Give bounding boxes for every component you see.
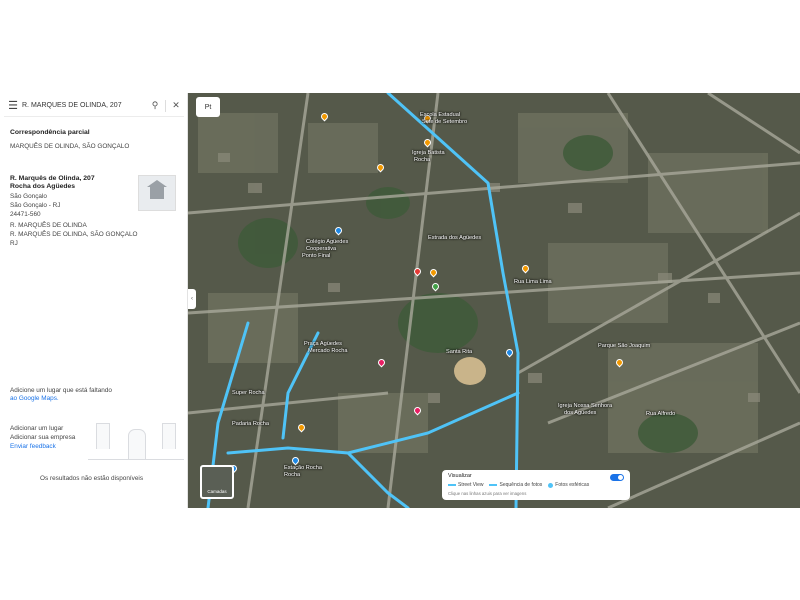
house-icon [147, 180, 167, 199]
results-footer: Os resultados não estão disponíveis [40, 475, 144, 482]
satellite-map[interactable]: Escola Estadual Sete de Setembro Igreja Ba… [188, 93, 800, 508]
map-place-label[interactable]: Rocha [414, 157, 430, 164]
illustration-ground [88, 459, 184, 460]
search-box: ☰ ⚲ ✕ [4, 95, 184, 117]
map-place-label[interactable]: Escola Estadual [420, 112, 460, 119]
result-line: 24471-560 [10, 211, 41, 218]
missing-place-note: Adicione um lugar que está faltando [10, 387, 112, 394]
map-place-label[interactable]: Sete de Setembro [422, 119, 467, 126]
line-swatch [489, 484, 498, 486]
partial-match-subtitle[interactable]: MARQUÊS DE OLINDA, SÃO GONÇALO [10, 143, 129, 151]
search-separator [165, 99, 166, 112]
search-sidebar: ☰ ⚲ ✕ Correspondência parcial MARQUÊS DE… [0, 93, 188, 508]
maps-app: ☰ ⚲ ✕ Correspondência parcial MARQUÊS DE… [0, 93, 800, 508]
result-line: São Gonçalo [10, 193, 47, 200]
collapse-panel-button[interactable]: ‹ [188, 289, 196, 309]
result-line[interactable]: Rocha dos Agüedes [10, 183, 75, 191]
street-view-legend: Visualizar Street View Sequência de foto… [442, 470, 630, 500]
map-place-label[interactable]: Rocha [284, 472, 300, 479]
feedback-link[interactable]: Enviar feedback [10, 443, 56, 451]
result-thumbnail[interactable] [138, 175, 176, 211]
map-place-label[interactable]: Santa Rita [446, 349, 472, 356]
map-place-label[interactable]: Ponto Final [302, 253, 330, 260]
line-swatch [448, 484, 456, 486]
map-place-label[interactable]: Mercado Rocha [308, 348, 348, 355]
language-button[interactable]: Pt [196, 97, 220, 117]
add-place-link[interactable]: Adicionar um lugar [10, 425, 63, 433]
map-place-label[interactable]: Praça Agüedes [304, 341, 342, 348]
legend-row: Street View Sequência de fotos Fotos esf… [448, 482, 624, 488]
result-line: R. MARQUÊS DE OLINDA, SÃO GONÇALO [10, 231, 138, 238]
legend-photo-sequence: Sequência de fotos [489, 482, 542, 488]
map-place-label[interactable]: Rua Lima Lima [514, 279, 552, 286]
map-place-label[interactable]: Estrada dos Agüedes [428, 235, 481, 242]
legend-spherical-photos: Fotos esféricas [548, 482, 589, 488]
map-place-label[interactable]: Igreja Nossa Senhora [558, 403, 612, 410]
close-icon[interactable]: ✕ [168, 97, 184, 115]
search-icon[interactable]: ⚲ [147, 97, 163, 115]
map-place-label[interactable]: Igreja Batista [412, 150, 445, 157]
search-input[interactable] [22, 102, 147, 109]
result-line: São Gonçalo - RJ [10, 202, 61, 209]
menu-icon[interactable]: ☰ [4, 97, 22, 115]
result-line: RJ [10, 240, 18, 247]
building-illustration [96, 423, 110, 449]
result-line: R. MARQUÊS DE OLINDA [10, 222, 87, 229]
result-line[interactable]: R. Marquês de Olinda, 207 [10, 175, 95, 183]
map-canvas[interactable] [188, 93, 800, 508]
map-place-label[interactable]: Rua Alfredo [646, 411, 675, 418]
map-place-label[interactable]: Super Rocha [232, 390, 265, 397]
map-place-label[interactable]: Estação Rocha [284, 465, 322, 472]
legend-footer: Clique nas linhas azuis para ver imagens [448, 491, 527, 496]
add-business-link[interactable]: Adicionar sua empresa [10, 434, 75, 442]
map-place-label[interactable]: Colégio Agüedes [306, 239, 348, 246]
layers-button[interactable]: Camadas [200, 465, 234, 499]
map-place-label[interactable]: dos Agüedes [564, 410, 596, 417]
building-illustration [128, 429, 146, 459]
legend-street-view: Street View [448, 482, 483, 488]
map-place-label[interactable]: Cooperativa [306, 246, 336, 253]
map-place-label[interactable]: Padaria Rocha [232, 421, 269, 428]
partial-match-heading: Correspondência parcial [10, 129, 90, 136]
building-illustration [162, 423, 176, 449]
missing-place-link[interactable]: ao Google Maps. [10, 395, 59, 403]
map-place-label[interactable]: Parque São Joaquim [598, 343, 650, 350]
legend-title: Visualizar [448, 473, 472, 479]
street-view-toggle[interactable] [610, 474, 624, 481]
dot-swatch [548, 482, 554, 488]
